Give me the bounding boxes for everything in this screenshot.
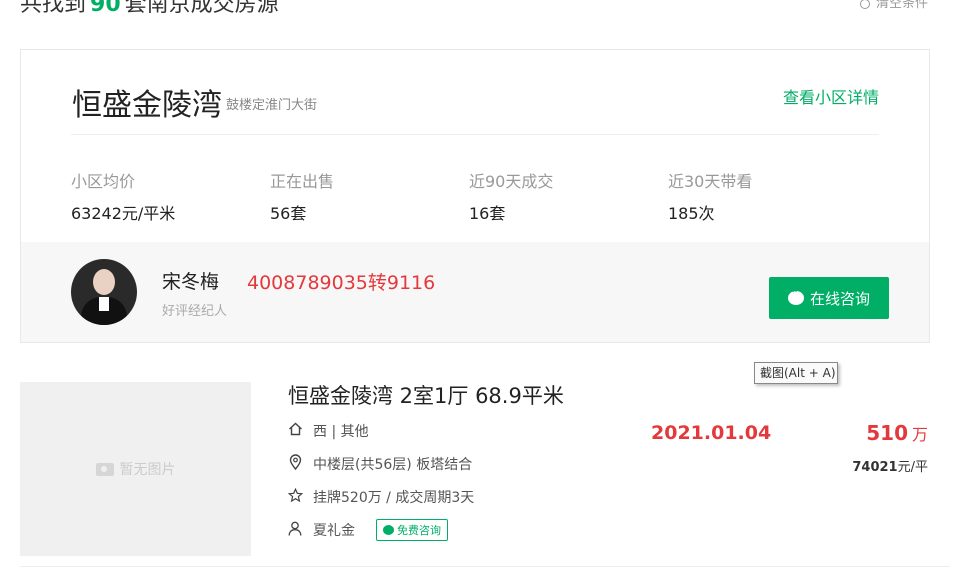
result-count: 90 xyxy=(90,0,121,17)
listing-agent-row: 夏礼金 免费咨询 xyxy=(286,519,448,541)
stat-label: 近90天成交 xyxy=(469,172,554,191)
stat-30-day-visits: 近30天带看 185次 xyxy=(668,168,752,224)
divider xyxy=(20,566,950,567)
stat-90-day-deals: 近90天成交 16套 xyxy=(469,168,553,224)
stat-value: 56套 xyxy=(270,204,307,223)
deal-total-price: 510 万 xyxy=(866,421,928,445)
community-name: 恒盛金陵湾 xyxy=(72,88,222,123)
listing-floor: 中楼层(共56层) 板塔结合 xyxy=(313,457,473,473)
agent-panel: 宋冬梅 4008789035转9116 好评经纪人 在线咨询 xyxy=(21,242,929,342)
free-consult-button[interactable]: 免费咨询 xyxy=(376,519,448,541)
clear-icon xyxy=(859,0,870,9)
stat-label: 小区均价 xyxy=(71,172,136,191)
stat-label: 正在出售 xyxy=(270,172,335,191)
result-prefix: 共找到 xyxy=(20,0,87,17)
unit-price-suffix: 元/平 xyxy=(897,460,928,475)
unit-price-value: 74021 xyxy=(852,460,898,475)
total-price-unit: 万 xyxy=(911,425,928,444)
deal-date: 2021.01.04 xyxy=(651,422,772,444)
listing-info-row: 挂牌520万 / 成交周期3天 xyxy=(286,487,474,507)
online-consult-label: 在线咨询 xyxy=(809,289,870,308)
free-consult-label: 免费咨询 xyxy=(397,524,441,537)
stat-on-sale: 正在出售 56套 xyxy=(270,168,334,224)
online-consult-button[interactable]: 在线咨询 xyxy=(769,277,889,319)
clear-filter-link[interactable]: 清空条件 xyxy=(859,0,928,11)
stat-value: 185次 xyxy=(668,204,715,223)
community-card: 恒盛金陵湾 鼓楼定淮门大街 查看小区详情 小区均价 63242元/平米 正在出售… xyxy=(20,49,930,343)
agent-avatar[interactable] xyxy=(71,259,137,325)
listing-info: 挂牌520万 / 成交周期3天 xyxy=(313,490,475,506)
stat-avg-price: 小区均价 63242元/平米 xyxy=(71,168,175,224)
stat-label: 近30天带看 xyxy=(668,172,753,191)
clear-filter-label: 清空条件 xyxy=(875,0,928,11)
community-detail-link[interactable]: 查看小区详情 xyxy=(783,84,879,108)
chat-icon xyxy=(383,525,394,535)
divider xyxy=(71,134,879,135)
no-image-label: 暂无图片 xyxy=(119,462,176,478)
person-icon xyxy=(286,521,304,540)
avatar-face xyxy=(93,269,115,295)
deal-unit-price: 74021元/平 xyxy=(852,456,928,475)
avatar-collar xyxy=(99,297,109,311)
listing-agent-name[interactable]: 夏礼金 xyxy=(313,520,355,540)
listing-image-placeholder[interactable]: 暂无图片 xyxy=(20,382,251,556)
total-price-value: 510 xyxy=(866,421,908,445)
chat-icon xyxy=(787,287,804,305)
agent-name[interactable]: 宋冬梅 xyxy=(162,267,219,294)
stat-value: 16套 xyxy=(469,204,506,223)
no-image-label-wrap: 暂无图片 xyxy=(95,459,176,479)
location-icon xyxy=(286,454,304,474)
result-suffix: 套南京成交房源 xyxy=(124,0,279,17)
camera-icon xyxy=(95,462,114,476)
star-icon xyxy=(286,487,304,507)
agent-tag: 好评经纪人 xyxy=(162,304,228,319)
screenshot-tooltip: 截图(Alt + A) xyxy=(754,362,838,384)
community-address: 鼓楼定淮门大街 xyxy=(226,98,318,113)
agent-phone: 4008789035转9116 xyxy=(247,272,436,294)
listing-orientation-row: 西 | 其他 xyxy=(286,421,369,441)
listing-orientation: 西 | 其他 xyxy=(313,424,369,440)
listing-floor-row: 中楼层(共56层) 板塔结合 xyxy=(286,454,472,474)
listing-title[interactable]: 恒盛金陵湾 2室1厅 68.9平米 xyxy=(288,380,564,410)
house-icon xyxy=(286,422,304,440)
stat-value: 63242元/平米 xyxy=(71,204,176,223)
result-summary: 共找到 90 套南京成交房源 xyxy=(20,0,279,17)
